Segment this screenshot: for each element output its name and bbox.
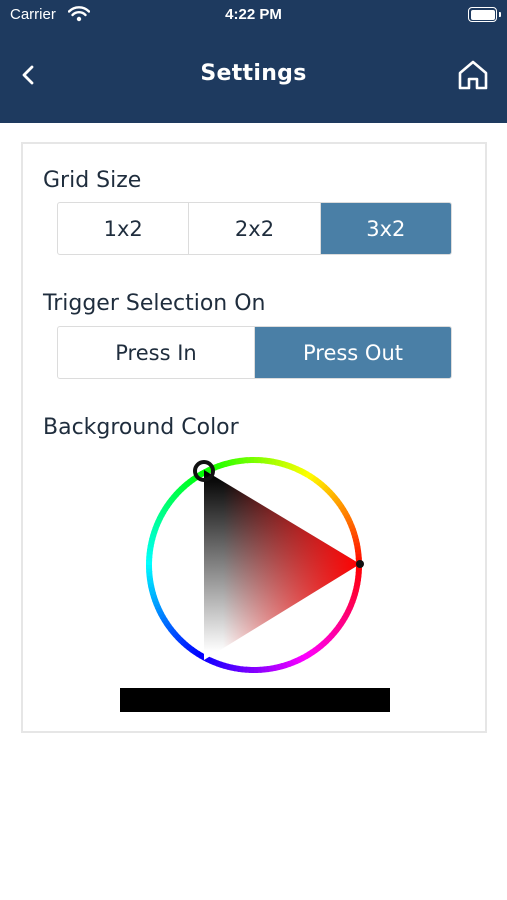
- grid-size-option-3x2[interactable]: 3x2: [320, 203, 451, 254]
- status-time: 4:22 PM: [225, 6, 282, 23]
- nav-bar: Settings: [0, 44, 507, 106]
- trigger-option-press-out[interactable]: Press Out: [255, 327, 451, 378]
- battery-icon: [468, 7, 501, 22]
- status-bar: Carrier 4:22 PM: [0, 0, 507, 32]
- home-icon[interactable]: [456, 58, 490, 92]
- grid-size-label: Grid Size: [43, 168, 142, 193]
- trigger-option-press-in[interactable]: Press In: [58, 327, 255, 378]
- grid-size-segmented-control: 1x2 2x2 3x2: [57, 202, 452, 255]
- grid-size-option-2x2[interactable]: 2x2: [189, 203, 321, 254]
- color-picker[interactable]: [143, 454, 365, 676]
- trigger-segmented-control: Press In Press Out: [57, 326, 452, 379]
- top-bar: Carrier 4:22 PM Settings: [0, 0, 507, 123]
- color-preview-swatch: [120, 688, 390, 712]
- trigger-selection-label: Trigger Selection On: [43, 291, 266, 316]
- hue-selector-handle[interactable]: [356, 560, 364, 568]
- page-title: Settings: [200, 61, 307, 86]
- background-color-label: Background Color: [43, 415, 239, 440]
- grid-size-option-1x2[interactable]: 1x2: [58, 203, 190, 254]
- settings-card: Grid Size 1x2 2x2 3x2 Trigger Selection …: [21, 142, 487, 733]
